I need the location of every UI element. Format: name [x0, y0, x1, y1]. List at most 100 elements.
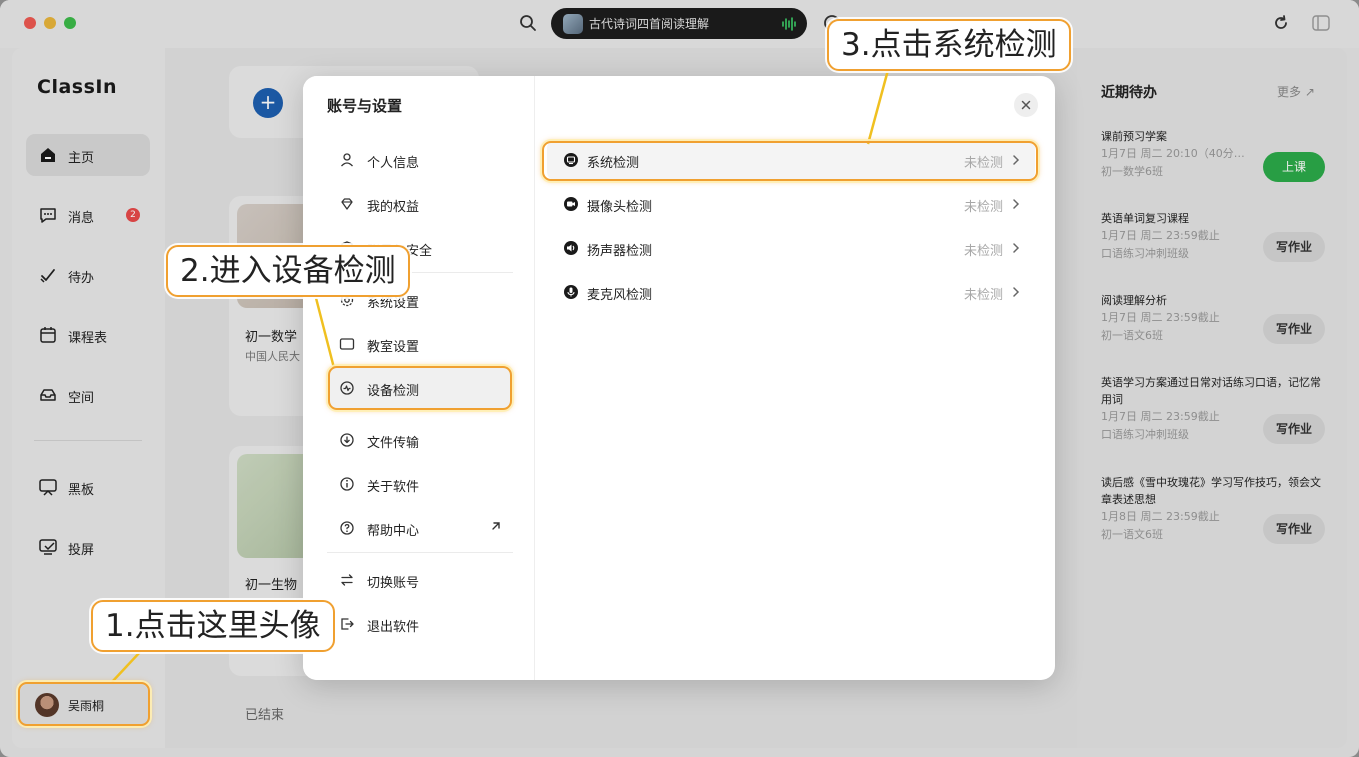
todo-time: 1月7日 周二 20:10（40分钟） [1101, 147, 1251, 160]
logout-icon [341, 618, 354, 630]
step1-callout: 1.点击这里头像 [91, 600, 335, 652]
user-name: 吴雨桐 [68, 699, 105, 713]
minimize-window-button[interactable] [44, 17, 56, 29]
sidebar-item-label: 待办 [68, 271, 95, 286]
maximize-window-button[interactable] [64, 17, 76, 29]
course-subtitle: 中国人民大 [245, 350, 300, 363]
sidebar-item-label: 课程表 [68, 331, 108, 346]
audio-wave-icon [782, 17, 796, 31]
device-row-speaker[interactable]: 扬声器检测 未检测 [547, 228, 1035, 268]
sidebar-item-home[interactable]: 主页 [26, 134, 150, 176]
menu-item-switch-account[interactable]: 切换账号 [327, 560, 513, 600]
start-class-button[interactable]: 上课 [1263, 152, 1325, 182]
ended-section-toggle[interactable]: 已结束 [245, 704, 284, 723]
refresh-icon[interactable] [1272, 14, 1290, 32]
menu-item-label: 关于软件 [367, 480, 420, 495]
person-icon [341, 153, 353, 167]
more-link[interactable]: 更多 ↗ [1277, 83, 1315, 100]
user-profile-chip[interactable]: 吴雨桐 [20, 684, 148, 726]
message-icon [40, 208, 56, 223]
sidebar-divider [34, 440, 142, 441]
menu-item-label: 切换账号 [367, 576, 420, 591]
device-row-camera[interactable]: 摄像头检测 未检测 [547, 184, 1035, 224]
device-status: 未检测 [963, 244, 1003, 259]
search-icon[interactable] [518, 13, 538, 33]
todo-item[interactable]: 英语学习方案通过日常对话练习口语，记忆常用词 1月7日 周二 23:59截止 口… [1101, 374, 1331, 444]
speaker-icon [564, 241, 578, 255]
download-icon [340, 433, 354, 447]
device-label: 扬声器检测 [587, 244, 653, 259]
course-name: 初一数学 [245, 330, 298, 345]
avatar[interactable] [35, 693, 59, 717]
menu-item-device-check[interactable]: 设备检测 [327, 368, 513, 408]
do-homework-button[interactable]: 写作业 [1263, 514, 1325, 544]
menu-item-label: 帮助中心 [367, 524, 420, 539]
todo-item[interactable]: 课前预习学案 1月7日 周二 20:10（40分钟） 初一数学6班 上课 [1101, 128, 1331, 182]
todo-item[interactable]: 阅读理解分析 1月7日 周二 23:59截止 初一语文6班 写作业 [1101, 292, 1331, 345]
monitor-icon [339, 338, 355, 350]
settings-menu: 账号与设置 个人信息 我的权益 账号与安全 系统设置 教室设置 [303, 76, 535, 680]
diamond-icon [341, 198, 353, 210]
chevron-right-icon [1013, 199, 1020, 209]
menu-item-profile[interactable]: 个人信息 [327, 140, 513, 180]
info-icon [340, 477, 354, 491]
sidebar-item-space[interactable]: 空间 [26, 374, 150, 416]
menu-item-classroom-settings[interactable]: 教室设置 [327, 324, 513, 364]
sidebar-item-messages[interactable]: 消息 2 [26, 194, 150, 236]
todo-title: 英语单词复习课程 [1101, 212, 1189, 225]
step3-callout: 3.点击系统检测 [827, 19, 1071, 71]
todo-panel: 近期待办 更多 ↗ 课前预习学案 1月7日 周二 20:10（40分钟） 初一数… [1077, 48, 1347, 748]
calendar-icon [40, 327, 56, 343]
device-check-icon [340, 381, 354, 395]
blackboard-icon [39, 479, 57, 496]
close-dialog-button[interactable] [1014, 93, 1038, 117]
sidebar-item-label: 消息 [68, 211, 95, 226]
space-icon [40, 389, 56, 401]
system-check-icon [564, 153, 578, 167]
sidebar-item-label: 黑板 [68, 483, 95, 498]
add-icon[interactable]: + [253, 88, 283, 118]
device-row-system-check[interactable]: 系统检测 未检测 [547, 140, 1035, 180]
menu-item-file-transfer[interactable]: 文件传输 [327, 420, 513, 460]
do-homework-button[interactable]: 写作业 [1263, 314, 1325, 344]
device-label: 摄像头检测 [587, 200, 653, 215]
device-row-microphone[interactable]: 麦克风检测 未检测 [547, 272, 1035, 312]
menu-item-quit[interactable]: 退出软件 [327, 604, 513, 644]
chevron-right-icon [1013, 287, 1020, 297]
todo-panel-title: 近期待办 [1101, 85, 1157, 101]
sidebar-item-schedule[interactable]: 课程表 [26, 314, 150, 356]
media-thumbnail [563, 14, 583, 34]
device-status: 未检测 [963, 200, 1003, 215]
device-label: 麦克风检测 [587, 288, 653, 303]
close-window-button[interactable] [24, 17, 36, 29]
chevron-right-icon [1013, 155, 1020, 165]
device-status: 未检测 [963, 156, 1003, 171]
titlebar: 古代诗词四首阅读理解 [0, 0, 1359, 48]
home-icon [41, 148, 55, 162]
todo-icon [40, 269, 55, 283]
menu-item-label: 个人信息 [367, 156, 420, 171]
close-icon [1021, 100, 1031, 110]
todo-time: 1月7日 周二 23:59截止 [1101, 311, 1220, 324]
switch-icon [341, 574, 353, 586]
screen-cast-icon [39, 539, 57, 555]
sidebar-item-todo[interactable]: 待办 [26, 254, 150, 296]
menu-item-help[interactable]: 帮助中心 [327, 508, 513, 548]
sidebar-toggle-icon[interactable] [1312, 15, 1330, 31]
device-label: 系统检测 [587, 156, 640, 171]
camera-icon [564, 197, 578, 211]
todo-item[interactable]: 英语单词复习课程 1月7日 周二 23:59截止 口语练习冲刺班级 写作业 [1101, 210, 1331, 263]
sidebar-item-blackboard[interactable]: 黑板 [26, 466, 150, 508]
menu-item-benefits[interactable]: 我的权益 [327, 184, 513, 224]
unread-badge: 2 [126, 208, 140, 222]
todo-item[interactable]: 读后感《雪中玫瑰花》学习写作技巧，领会文章表述思想 1月8日 周二 23:59截… [1101, 474, 1331, 544]
menu-item-label: 退出软件 [367, 620, 420, 635]
todo-title: 课前预习学案 [1101, 130, 1167, 143]
do-homework-button[interactable]: 写作业 [1263, 414, 1325, 444]
do-homework-button[interactable]: 写作业 [1263, 232, 1325, 262]
course-name: 初一生物 [245, 578, 298, 593]
now-playing-pill[interactable]: 古代诗词四首阅读理解 [551, 8, 807, 39]
menu-item-about[interactable]: 关于软件 [327, 464, 513, 504]
sidebar-item-screencast[interactable]: 投屏 [26, 526, 150, 568]
sidebar-item-label: 投屏 [68, 543, 95, 558]
